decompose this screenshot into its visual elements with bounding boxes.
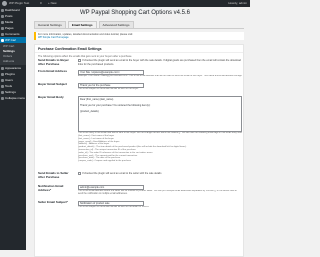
sidebar-item-label: Media [5, 19, 14, 24]
email-settings-panel: Purchase Confirmation Email Settings The… [34, 44, 244, 257]
pin-icon [1, 14, 4, 18]
users-icon [1, 78, 4, 82]
tab-advanced-settings[interactable]: Advanced Settings [98, 21, 134, 28]
page-icon [1, 26, 4, 30]
buyer-subject-help: This is the subject of the email that wi… [78, 88, 139, 90]
settings-icon [1, 90, 4, 94]
wrench-icon [1, 84, 4, 88]
submenu-item-add-ons[interactable]: Add-ons [0, 59, 26, 64]
sidebar-item-label: Dashboard [5, 7, 20, 12]
sidebar-item-wp-cart[interactable]: WP Cart [0, 37, 26, 43]
admin-bar-site-name[interactable]: WP Plugin Test [9, 1, 29, 6]
sidebar-item-collapse[interactable]: Collapse menu [0, 95, 26, 101]
wordpress-logo-icon[interactable] [2, 1, 7, 6]
media-icon [1, 20, 4, 24]
sidebar-item-label: WP Cart [5, 37, 17, 42]
settings-tabs: General Settings Email Settings Advanced… [34, 21, 136, 28]
sidebar-item-label: Tools [5, 83, 13, 88]
sidebar-item-label: Users [5, 77, 13, 82]
seller-subject-label: Seller Email Subject* [38, 200, 68, 204]
main-content: WP Paypal Shopping Cart Options v4.5.6 G… [26, 7, 250, 257]
sidebar-item-label: Appearance [5, 65, 22, 70]
notification-email-label: Notification Email Address* [38, 184, 64, 192]
from-email-help: Example: Your Name <sales@your-domain.co… [78, 75, 242, 77]
sidebar-item-label: Settings [5, 89, 16, 94]
tab-divider [34, 28, 244, 29]
brush-icon [1, 66, 4, 70]
comment-icon [1, 32, 4, 36]
send-buyer-checkbox-text: If checked the plugin will send an email… [78, 59, 241, 66]
buyer-body-label: Buyer Email Body [38, 95, 64, 99]
send-seller-checkbox[interactable] [78, 172, 81, 175]
email-tag-list: {first_name} - First name of the buyer {… [78, 135, 242, 163]
send-seller-checkbox-text: If checked the plugin will send an email… [82, 172, 162, 176]
info-notice: For more information, updates, detailed … [34, 32, 244, 40]
collapse-icon [1, 96, 4, 100]
send-seller-label: Send Emails to Seller After Purchase [38, 171, 69, 179]
admin-bar: WP Plugin Test 0 + New Howdy, admin [0, 0, 250, 7]
cart-icon [1, 38, 4, 42]
tab-general-settings[interactable]: General Settings [34, 21, 66, 28]
sidebar-item-label: Plugins [5, 71, 15, 76]
admin-bar-new[interactable]: + New [48, 1, 57, 6]
seller-subject-help: This is the subject of the email that wi… [78, 206, 149, 208]
buyer-body-line: {product_details} [80, 110, 99, 114]
sidebar-item-label: Pages [5, 25, 14, 30]
sidebar-submenu: WP Cart Settings Orders Add-ons [0, 43, 26, 65]
admin-bar-updates[interactable]: 0 [40, 1, 42, 6]
sidebar-item-label: Posts [5, 13, 13, 18]
send-buyer-label: Send Emails to Buyer After Purchase [38, 58, 69, 66]
plugin-icon [1, 72, 4, 76]
admin-sidebar: Dashboard Posts Media Pages Comments WP … [0, 7, 26, 250]
notification-email-help: This is the email address where the sell… [78, 190, 237, 195]
dashboard-icon [1, 8, 4, 12]
email-tag: {coupon_code} - Coupon code applied to t… [78, 160, 131, 163]
admin-bar-howdy[interactable]: Howdy, admin [228, 1, 247, 6]
sidebar-item-label: Comments [5, 31, 20, 36]
page-title: WP Paypal Shopping Cart Options v4.5.6 [80, 10, 190, 16]
from-email-label: From Email Address [38, 69, 68, 73]
panel-title: Purchase Confirmation Email Settings [35, 45, 243, 53]
buyer-body-textarea[interactable]: Dear {first_name} {last_name} Thank you … [78, 96, 242, 132]
sidebar-item-label: Collapse menu [5, 95, 26, 100]
buyer-subject-label: Buyer Email Subject [38, 82, 68, 86]
tab-email-settings[interactable]: Email Settings [67, 21, 97, 28]
notice-homepage-link[interactable]: WP Simple Cart Homepage [38, 36, 242, 39]
send-buyer-checkbox[interactable] [78, 59, 81, 62]
